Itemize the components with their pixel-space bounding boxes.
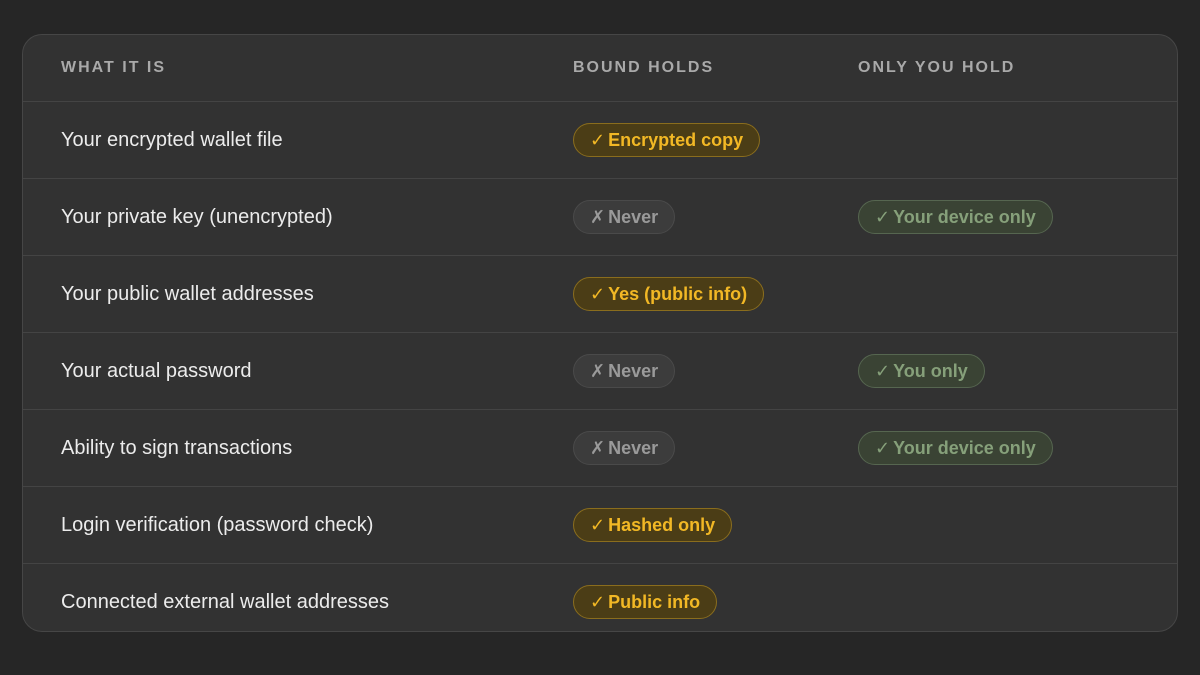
badge-text: Never — [608, 206, 659, 227]
row-label: Your actual password — [61, 360, 252, 382]
check-icon: ✓ — [590, 283, 606, 304]
bound-holds-badge: ✓ Hashed only — [573, 508, 733, 542]
badge-text: Your device only — [893, 206, 1036, 227]
only-you-hold-badge: ✓ Your device only — [858, 431, 1053, 465]
cross-icon: ✗ — [590, 206, 606, 227]
bound-holds-badge: ✓ Public info — [573, 585, 718, 619]
bound-holds-badge: ✓ Yes (public info) — [573, 277, 765, 311]
badge-text: Never — [608, 360, 659, 381]
header-what-it-is: WHAT IT IS — [61, 59, 167, 76]
header-only-you-hold: ONLY YOU HOLD — [858, 59, 1016, 76]
table-row: Ability to sign transactions ✗ Never ✓ Y… — [23, 410, 1177, 487]
row-label: Your public wallet addresses — [61, 283, 314, 305]
badge-text: Yes (public info) — [608, 283, 748, 304]
row-label: Your private key (unencrypted) — [61, 206, 333, 228]
row-label: Ability to sign transactions — [61, 437, 293, 459]
bound-holds-badge: ✗ Never — [573, 200, 676, 234]
cross-icon: ✗ — [590, 437, 606, 458]
bound-holds-badge: ✗ Never — [573, 431, 676, 465]
table-row: Your actual password ✗ Never ✓ You only — [23, 333, 1177, 410]
check-icon: ✓ — [590, 514, 606, 535]
table-header: WHAT IT IS BOUND HOLDS ONLY YOU HOLD — [23, 35, 1177, 102]
check-icon: ✓ — [590, 129, 606, 150]
bound-holds-badge: ✗ Never — [573, 354, 676, 388]
table-row: Your private key (unencrypted) ✗ Never ✓… — [23, 179, 1177, 256]
bound-holds-badge: ✓ Encrypted copy — [573, 123, 761, 157]
table-row: Your encrypted wallet file ✓ Encrypted c… — [23, 102, 1177, 179]
only-you-hold-badge: ✓ Your device only — [858, 200, 1053, 234]
check-icon: ✓ — [875, 206, 891, 227]
row-label: Your encrypted wallet file — [61, 129, 283, 151]
check-icon: ✓ — [590, 591, 606, 612]
comparison-table: WHAT IT IS BOUND HOLDS ONLY YOU HOLD You… — [22, 34, 1178, 632]
table-row: Login verification (password check) ✓ Ha… — [23, 487, 1177, 564]
badge-text: Never — [608, 437, 659, 458]
table-body: Your encrypted wallet file ✓ Encrypted c… — [23, 102, 1177, 631]
badge-text: You only — [893, 360, 968, 381]
header-bound-holds: BOUND HOLDS — [573, 59, 715, 76]
only-you-hold-badge: ✓ You only — [858, 354, 985, 388]
check-icon: ✓ — [875, 360, 891, 381]
row-label: Login verification (password check) — [61, 514, 374, 536]
cross-icon: ✗ — [590, 360, 606, 381]
table-row: Connected external wallet addresses ✓ Pu… — [23, 564, 1177, 631]
badge-text: Hashed only — [608, 514, 716, 535]
badge-text: Public info — [608, 591, 701, 612]
badge-text: Your device only — [893, 437, 1036, 458]
badge-text: Encrypted copy — [608, 129, 744, 150]
row-label: Connected external wallet addresses — [61, 591, 389, 613]
table-row: Your public wallet addresses ✓ Yes (publ… — [23, 256, 1177, 333]
check-icon: ✓ — [875, 437, 891, 458]
